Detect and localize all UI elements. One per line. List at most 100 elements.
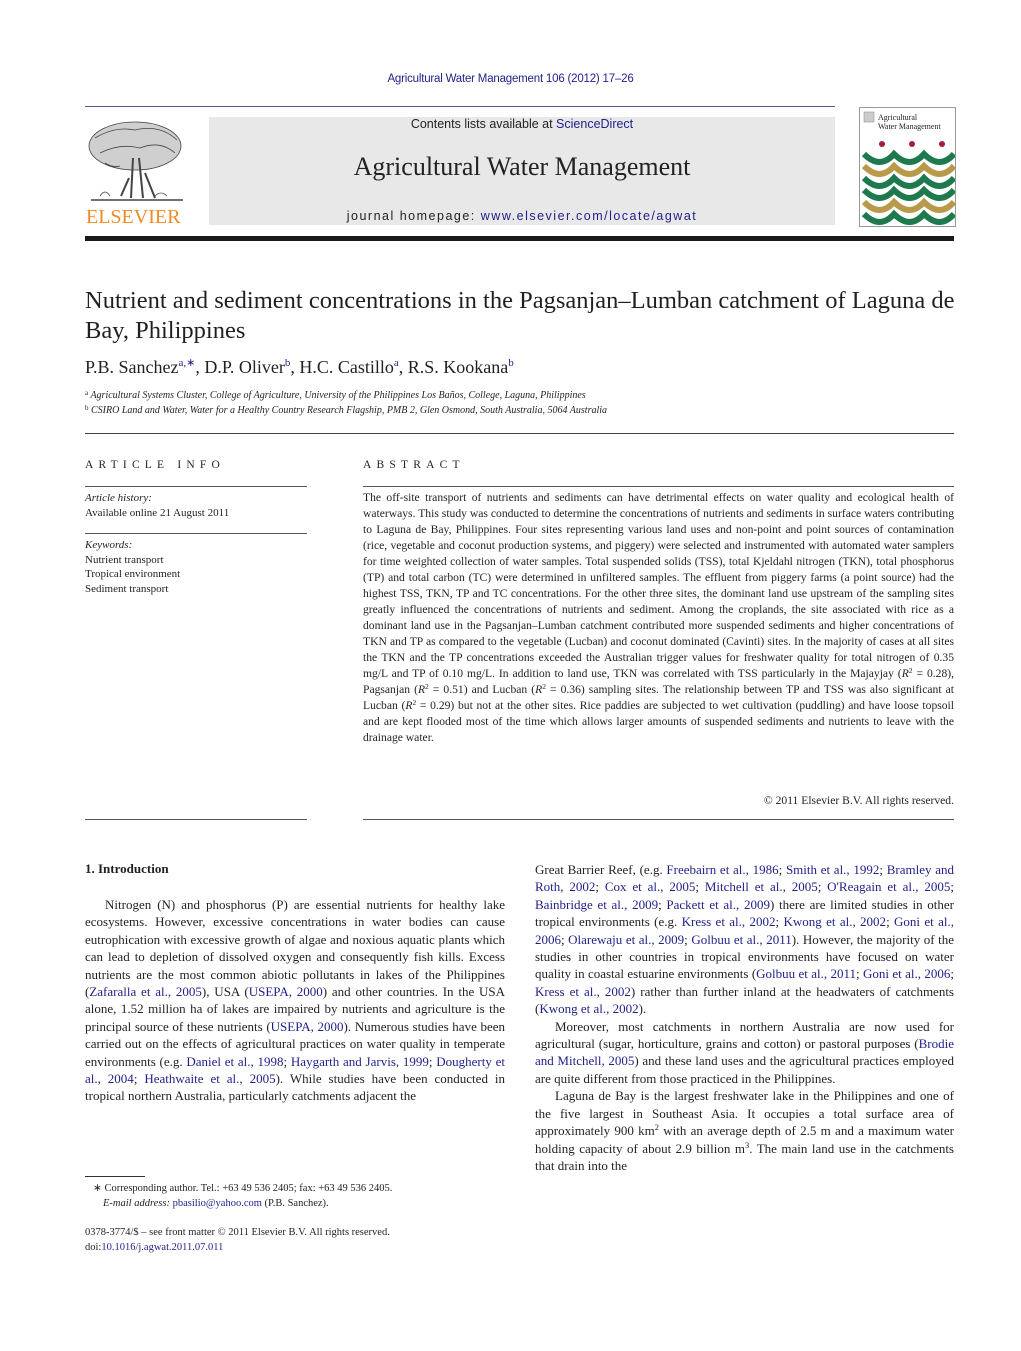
article-info-heading: ARTICLE INFO: [85, 459, 225, 471]
author-name[interactable]: H.C. Castillo: [299, 357, 394, 377]
citation-link[interactable]: Mitchell et al., 2005: [705, 879, 818, 894]
citation-link[interactable]: Olarewaju et al., 2009: [568, 932, 684, 947]
author-name[interactable]: R.S. Kookana: [408, 357, 509, 377]
affiliation-mark: a: [85, 389, 89, 397]
separator: ;: [133, 1071, 145, 1087]
front-matter: 0378-3774/$ – see front matter © 2011 El…: [85, 1226, 390, 1255]
paragraph: Great Barrier Reef, (e.g. Freebairn et a…: [535, 861, 954, 1018]
separator: ;: [595, 879, 605, 895]
abstract-text: = 0.51) and Lucban (: [428, 683, 536, 696]
citation-link[interactable]: Bainbridge et al., 2009: [535, 897, 658, 912]
citation-link[interactable]: O'Reagain et al., 2005: [827, 879, 950, 894]
citation-link[interactable]: Golbuu et al., 2011: [756, 966, 856, 981]
email-link[interactable]: pbasilio@yahoo.com: [173, 1198, 262, 1209]
citation-link[interactable]: USEPA, 2000: [249, 984, 323, 999]
divider: [85, 533, 307, 534]
keywords: Keywords: Nutrient transport Tropical en…: [85, 538, 180, 596]
abstract-body: The off-site transport of nutrients and …: [363, 490, 954, 746]
r-symbol: R: [901, 667, 909, 680]
journal-title: Agricultural Water Management: [353, 152, 691, 181]
separator: ;: [879, 862, 887, 877]
author-affil-mark[interactable]: a: [394, 357, 399, 369]
separator: ;: [950, 879, 954, 895]
citation-link[interactable]: Kress et al., 2002: [682, 914, 776, 929]
elsevier-wordmark: ELSEVIER: [86, 206, 181, 228]
body-column-right: Great Barrier Reef, (e.g. Freebairn et a…: [535, 861, 954, 1174]
citation-link[interactable]: Freebairn et al., 1986: [666, 862, 778, 877]
affiliation: b CSIRO Land and Water, Water for a Heal…: [85, 404, 607, 416]
separator: ;: [950, 966, 954, 982]
separator: ;: [778, 862, 786, 877]
keywords-label: Keywords:: [85, 539, 133, 551]
paragraph: Nitrogen (N) and phosphorus (P) are esse…: [85, 896, 505, 1105]
separator: ;: [817, 879, 828, 895]
header-thick-rule: [85, 236, 954, 241]
cover-title-line1: Agricultural: [878, 113, 918, 122]
keyword: Sediment transport: [85, 582, 169, 595]
keyword: Tropical environment: [85, 568, 181, 580]
sciencedirect-link[interactable]: ScienceDirect: [556, 117, 633, 131]
citation-link[interactable]: Haygarth and Jarvis, 1999: [291, 1054, 429, 1069]
cover-title-line2: Water Management: [878, 122, 941, 131]
author-affil-mark[interactable]: b: [285, 357, 291, 369]
citation-link[interactable]: Kwong et al., 2002: [783, 914, 886, 929]
history-value: Available online 21 August 2011: [85, 506, 230, 519]
citation-link[interactable]: Zafaralla et al., 2005: [89, 984, 202, 999]
homepage-prefix: journal homepage:: [346, 209, 481, 223]
citation-link[interactable]: Kress et al., 2002: [535, 984, 631, 999]
separator: ;: [283, 1053, 291, 1069]
body-text: ).: [638, 1001, 647, 1017]
author-name[interactable]: D.P. Oliver: [204, 357, 285, 377]
author-affil-mark[interactable]: b: [508, 357, 514, 369]
section-heading-introduction: 1. Introduction: [85, 861, 169, 876]
footnote-rule: [85, 1176, 145, 1177]
abstract-text: The off-site transport of nutrients and …: [363, 491, 954, 680]
body-text: Moreover, most catchments in northern Au…: [535, 1018, 954, 1052]
citation-link[interactable]: Golbuu et al., 2011: [691, 932, 791, 947]
citation-link[interactable]: USEPA, 2000: [271, 1019, 344, 1034]
contents-line: Contents lists available at ScienceDirec…: [209, 117, 835, 131]
email-label: E-mail address:: [103, 1197, 170, 1209]
journal-reference-link[interactable]: Agricultural Water Management 106 (2012)…: [0, 73, 1021, 85]
citation-link[interactable]: Cox et al., 2005: [605, 879, 696, 894]
journal-homepage: journal homepage: www.elsevier.com/locat…: [209, 209, 835, 223]
footnote-text: (P.B. Sanchez).: [261, 1197, 329, 1209]
author-affil-mark[interactable]: a,∗: [179, 357, 196, 369]
r-symbol: R: [417, 683, 426, 696]
citation-link[interactable]: Heathwaite et al., 2005: [144, 1071, 275, 1086]
body-column-left: Nitrogen (N) and phosphorus (P) are esse…: [85, 896, 505, 1105]
separator: ;: [856, 966, 864, 982]
history-label: Article history:: [85, 492, 152, 504]
divider: [85, 819, 307, 820]
divider: [363, 486, 954, 487]
paragraph: Laguna de Bay is the largest freshwater …: [535, 1087, 954, 1174]
author-name[interactable]: P.B. Sanchez: [85, 357, 179, 377]
abstract-text: = 0.29) but not at the other sites. Rice…: [363, 699, 954, 744]
article-history: Article history: Available online 21 Aug…: [85, 491, 229, 520]
affiliation: a Agricultural Systems Cluster, College …: [85, 389, 586, 401]
citation-link[interactable]: Packett et al., 2009: [666, 897, 770, 912]
citation-link[interactable]: Kwong et al., 2002: [539, 1001, 638, 1016]
divider: [363, 819, 954, 820]
doi-link[interactable]: 10.1016/j.agwat.2011.07.011: [101, 1242, 223, 1253]
affiliation-text: CSIRO Land and Water, Water for a Health…: [91, 405, 608, 416]
citation-link[interactable]: Smith et al., 1992: [786, 862, 879, 877]
separator: ;: [695, 879, 705, 895]
doi-prefix: doi:: [85, 1241, 102, 1253]
keyword: Nutrient transport: [85, 553, 164, 566]
homepage-link[interactable]: www.elsevier.com/locate/agwat: [481, 209, 698, 223]
body-text: ), USA (: [201, 984, 249, 1000]
divider: [85, 433, 954, 434]
abstract-heading: ABSTRACT: [363, 459, 465, 471]
corresponding-author-footnote: ∗ Corresponding author. Tel.: +63 49 536…: [93, 1182, 392, 1211]
affiliation-text: Agricultural Systems Cluster, College of…: [90, 390, 586, 401]
footnote-text: Corresponding author. Tel.: +63 49 536 2…: [101, 1183, 393, 1194]
copyright-notice: © 2011 Elsevier B.V. All rights reserved…: [763, 794, 954, 807]
citation-link[interactable]: Goni et al., 2006: [863, 966, 950, 981]
divider: [85, 486, 307, 487]
journal-cover-thumbnail[interactable]: Agricultural Water Management: [859, 107, 956, 227]
author-list: P.B. Sancheza,∗, D.P. Oliverb, H.C. Cast…: [85, 357, 514, 377]
paragraph: Moreover, most catchments in northern Au…: [535, 1018, 954, 1088]
citation-link[interactable]: Daniel et al., 1998: [186, 1054, 283, 1069]
separator: ;: [886, 914, 895, 930]
